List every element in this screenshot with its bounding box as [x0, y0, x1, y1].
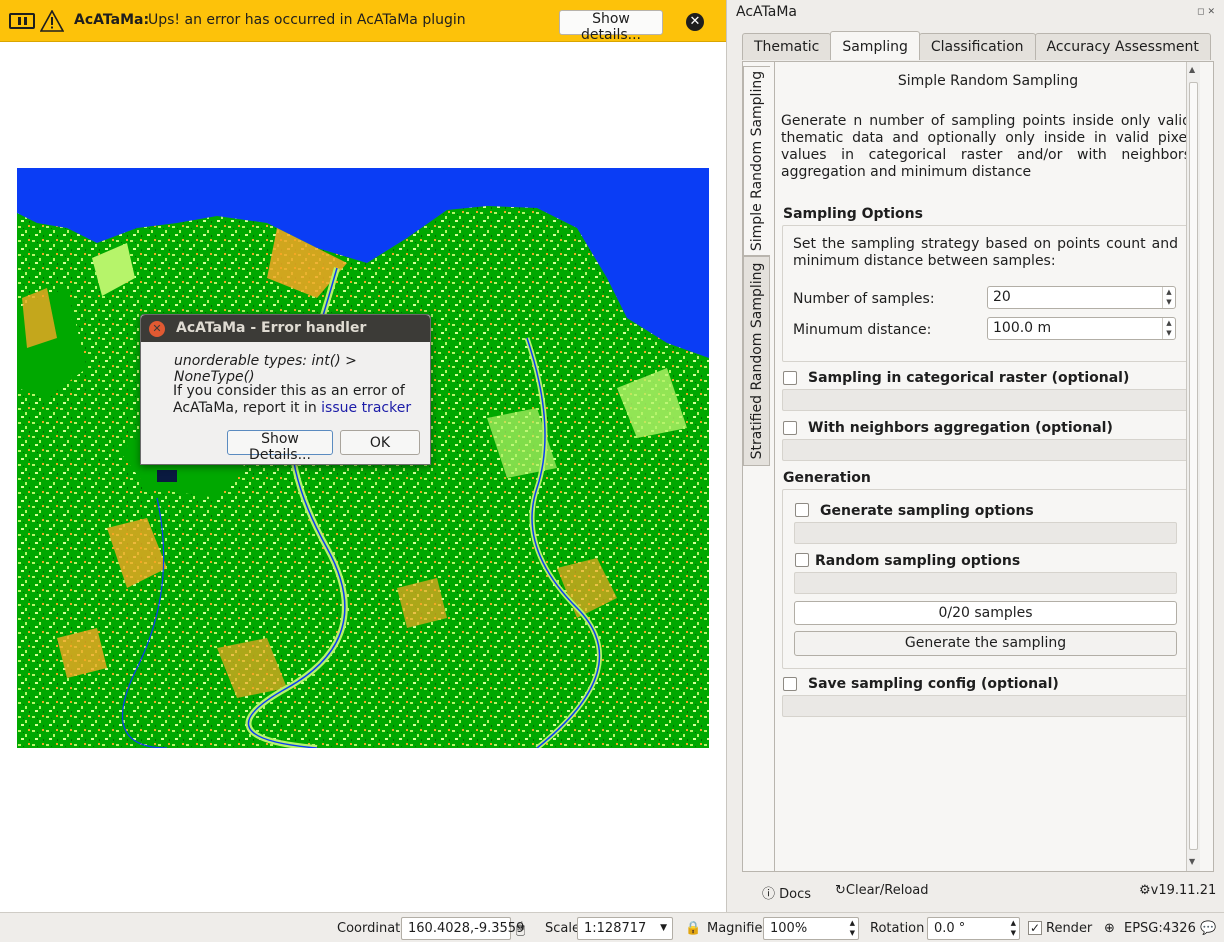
magnifier-label: Magnifier: [707, 921, 768, 936]
sampling-options-group: Set the sampling strategy based on point…: [782, 225, 1189, 362]
info-icon: ⓘ: [762, 887, 776, 902]
magnifier-value: 100%: [770, 921, 808, 936]
map-canvas[interactable]: AcATaMa: Ups! an error has occurred in A…: [0, 0, 726, 912]
version-label: v19.11.21: [1150, 883, 1217, 898]
scroll-up-icon[interactable]: ▲: [1189, 65, 1195, 74]
spin-arrows-icon[interactable]: ▲ ▼: [1011, 918, 1016, 938]
message-title: AcATaMa:: [74, 12, 150, 28]
random-options-checkbox[interactable]: [795, 553, 809, 567]
globe-icon[interactable]: ⊕: [1104, 921, 1115, 936]
clear-reload-label: Clear/Reload: [845, 883, 929, 898]
description: Generate n number of sampling points ins…: [781, 113, 1191, 180]
generation-title: Generation: [783, 470, 871, 486]
scale-combobox[interactable]: 1:128717 ▼: [577, 917, 673, 940]
neighbors-collapsed-group: [782, 439, 1189, 461]
categorical-collapsed-group: [782, 389, 1189, 411]
num-samples-spinbox[interactable]: 20 ▲ ▼: [987, 286, 1176, 309]
sampling-progress-bar: 0/20 samples: [794, 601, 1177, 625]
scroll-thumb[interactable]: [1189, 82, 1198, 850]
magnifier-spinbox[interactable]: 100% ▲ ▼: [763, 917, 859, 940]
render-checkbox[interactable]: ✓: [1028, 921, 1042, 935]
reload-icon: ↻: [835, 883, 846, 898]
sampling-panel: Simple Random Sampling Stratified Random…: [742, 61, 1214, 872]
chevron-down-icon: ▼: [660, 923, 667, 933]
dialog-titlebar: ✕ AcATaMa - Error handler: [141, 315, 430, 342]
categorical-checkbox[interactable]: [783, 371, 797, 385]
docs-button[interactable]: ⓘ Docs: [762, 883, 811, 902]
generate-options-label[interactable]: Generate sampling options: [820, 503, 1034, 519]
section-heading: Simple Random Sampling: [897, 73, 1079, 89]
render-label: Render: [1046, 921, 1093, 936]
generate-options-checkbox[interactable]: [795, 503, 809, 517]
min-distance-spinbox[interactable]: 100.0 m ▲ ▼: [987, 317, 1176, 340]
dialog-body: If you consider this as an error of AcAT…: [173, 383, 423, 417]
save-config-checkbox[interactable]: [783, 677, 797, 691]
spin-arrows-icon[interactable]: ▲ ▼: [850, 918, 855, 938]
vtab-simple-random-sampling[interactable]: Simple Random Sampling: [743, 66, 770, 256]
rotation-spinbox[interactable]: 0.0 ° ▲ ▼: [927, 917, 1020, 940]
sampling-options-title: Sampling Options: [783, 206, 923, 222]
message-bar: AcATaMa: Ups! an error has occurred in A…: [0, 0, 726, 43]
neighbors-checkbox[interactable]: [783, 421, 797, 435]
tab-classification[interactable]: Classification: [918, 33, 1036, 60]
scale-label: Scale: [545, 921, 580, 936]
spin-arrows-icon[interactable]: ▲ ▼: [1162, 318, 1175, 339]
scroll-down-icon[interactable]: ▼: [1189, 857, 1195, 866]
version-button[interactable]: ⚙v19.11.21: [1139, 883, 1216, 898]
save-config-label[interactable]: Save sampling config (optional): [808, 676, 1059, 692]
rotation-label: Rotation: [870, 921, 925, 936]
gear-icon: ⚙: [1139, 883, 1151, 898]
mouse-icon[interactable]: 🖱: [516, 919, 525, 937]
num-samples-label: Number of samples:: [793, 291, 935, 307]
min-distance-value: 100.0 m: [993, 320, 1052, 336]
random-options-collapsed-group: [794, 572, 1177, 594]
warning-icon: [40, 10, 64, 32]
sampling-content: Simple Random Sampling Generate n number…: [774, 62, 1200, 871]
sampling-options-text: Set the sampling strategy based on point…: [793, 236, 1178, 269]
random-options-label[interactable]: Random sampling options: [815, 553, 1020, 569]
tab-sampling[interactable]: Sampling: [830, 31, 920, 60]
coordinate-input[interactable]: 160.4028,-9.3559: [401, 917, 524, 940]
spin-arrows-icon[interactable]: ▲ ▼: [1162, 287, 1175, 308]
error-dialog: ✕ AcATaMa - Error handler unorderable ty…: [140, 314, 431, 465]
dialog-title: AcATaMa - Error handler: [176, 320, 367, 336]
vtab-label: Simple Random Sampling: [749, 70, 765, 252]
save-config-collapsed-group: [782, 695, 1189, 717]
close-icon[interactable]: ✕: [149, 321, 165, 337]
error-message: unorderable types: int() > NoneType(): [174, 353, 357, 385]
dock-title: AcATaMa: [736, 4, 797, 20]
categorical-label[interactable]: Sampling in categorical raster (optional…: [808, 370, 1129, 386]
pause-icon[interactable]: [9, 13, 35, 29]
clear-reload-button[interactable]: ↻Clear/Reload: [835, 883, 929, 898]
generate-sampling-button[interactable]: Generate the sampling: [794, 631, 1177, 656]
dock-float-close-icon[interactable]: ◻✕: [1197, 7, 1218, 17]
close-icon[interactable]: ✕: [686, 13, 704, 31]
coordinate-label: Coordinate: [337, 921, 409, 936]
tab-accuracy-assessment[interactable]: Accuracy Assessment: [1034, 33, 1211, 60]
crs-label[interactable]: EPSG:4326: [1124, 921, 1196, 936]
messages-icon[interactable]: 💬: [1200, 921, 1216, 936]
status-bar: Coordinate 160.4028,-9.3559 🖱 Scale 1:12…: [0, 912, 1224, 942]
generation-group: Generate sampling options Random samplin…: [782, 489, 1189, 669]
min-distance-label: Minumum distance:: [793, 322, 932, 338]
acatama-dock: AcATaMa ◻✕ Thematic Sampling Classificat…: [726, 0, 1224, 912]
docs-label: Docs: [779, 887, 812, 902]
issue-tracker-link[interactable]: issue tracker: [321, 400, 411, 416]
lock-icon[interactable]: 🔒: [685, 921, 701, 936]
ok-button[interactable]: OK: [340, 430, 420, 455]
num-samples-value: 20: [993, 289, 1011, 305]
rotation-value: 0.0 °: [934, 921, 966, 936]
vtab-label: Stratified Random Sampling: [748, 262, 765, 460]
neighbors-label[interactable]: With neighbors aggregation (optional): [808, 420, 1113, 436]
show-details-button[interactable]: Show Details...: [227, 430, 333, 463]
tab-thematic[interactable]: Thematic: [742, 33, 832, 60]
show-details-button[interactable]: Show details...: [559, 10, 663, 43]
vertical-scrollbar[interactable]: ▲ ▼: [1186, 62, 1200, 871]
message-text: Ups! an error has occurred in AcATaMa pl…: [148, 12, 466, 28]
main-tabs: Thematic Sampling Classification Accurac…: [742, 31, 1211, 61]
scale-value: 1:128717: [584, 921, 647, 936]
generate-options-collapsed-group: [794, 522, 1177, 544]
vtab-stratified-random-sampling[interactable]: Stratified Random Sampling: [743, 256, 770, 466]
